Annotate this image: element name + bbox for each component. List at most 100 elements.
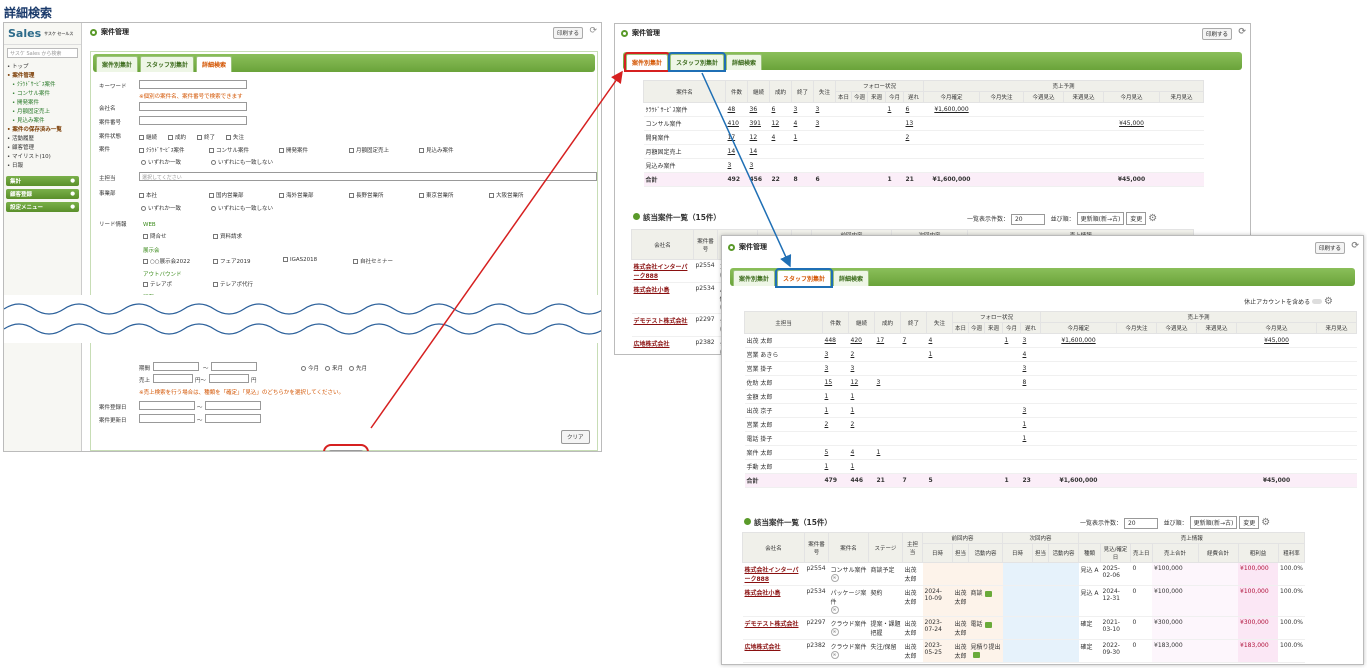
option-checkbox[interactable]: 自社セミナー [353,257,393,265]
company-link[interactable]: 株式会社小島 [634,287,670,294]
option-checkbox[interactable]: フェア2019 [213,257,251,265]
company-link[interactable]: 株式会社インターパーク888 [745,567,799,583]
option-checkbox[interactable]: 失注 [226,133,244,141]
reg-date-to[interactable] [205,401,261,410]
option-checkbox[interactable]: 開発案件 [279,146,308,154]
sidebar-item[interactable]: • トップ [7,63,78,72]
table-cell[interactable]: 8 [791,172,814,187]
table-cell[interactable]: 3 [1020,403,1041,418]
reload-icon[interactable]: ⟳ [1351,241,1359,251]
table-cell[interactable]: 3 [822,347,849,362]
table-cell[interactable]: ¥45,000 [1236,473,1317,488]
option-checkbox[interactable]: 大阪営業所 [489,191,524,199]
sales-to[interactable] [209,374,249,383]
table-cell[interactable]: 3 [822,361,849,376]
option-checkbox[interactable]: いずれか一致 [141,158,181,166]
sidebar-search-input[interactable]: サスケ Sales から検索 [7,48,78,58]
tab-detail[interactable]: 詳細検索 [726,54,763,70]
option-checkbox[interactable]: 成約 [168,133,186,141]
table-cell[interactable]: 456 [747,172,770,187]
change-button[interactable]: 変更 [1239,516,1260,529]
sidebar-button[interactable]: 集計 ● [6,176,79,186]
sidebar-button[interactable]: 設定メニュー ● [6,202,79,212]
option-checkbox[interactable]: 先月 [349,364,367,372]
option-checkbox[interactable]: いずれにも一致しない [211,158,273,166]
tab-anken[interactable]: 案件別集計 [96,56,139,72]
print-button[interactable]: 印刷する [552,27,583,39]
attachment-icon[interactable]: ∞ [830,606,839,614]
table-cell[interactable]: 1 [1020,417,1041,432]
tab-anken[interactable]: 案件別集計 [733,270,776,286]
table-cell[interactable]: 3 [747,158,770,173]
table-cell[interactable]: 8 [1020,375,1041,390]
table-cell[interactable]: 1 [1002,333,1021,348]
comment-icon[interactable] [984,621,992,628]
gear-icon[interactable]: ⚙ [1148,213,1157,224]
sales-from[interactable] [153,374,193,383]
sidebar-item[interactable]: • マイリスト(10) [7,153,78,162]
company-link[interactable]: 株式会社小島 [745,590,781,597]
sidebar-button[interactable]: 顧客登録 ● [6,189,79,199]
table-cell[interactable]: 1 [822,403,849,418]
sort-select[interactable]: 更新順(新→古) [1076,212,1125,225]
table-cell[interactable]: ¥45,000 [1103,116,1160,131]
case-no-input[interactable] [139,116,247,125]
table-cell[interactable]: 448 [822,333,849,348]
table-cell[interactable]: 12 [747,130,770,145]
attachment-icon[interactable]: ∞ [830,628,839,636]
tab-staff[interactable]: スタッフ別集計 [775,268,834,288]
sidebar-item[interactable]: • コンサル案件 [7,90,78,99]
option-checkbox[interactable]: ｸﾗｳﾄﾞｻｰﾋﾞｽ案件 [139,146,185,154]
upd-date-to[interactable] [205,414,261,423]
option-checkbox[interactable]: 問合せ [143,232,167,240]
per-page-input[interactable]: 20 [1010,214,1045,225]
table-row[interactable]: デモテスト株式会社p2297クラウド案件∞提案・課題把握出茂 太郎2023-07… [742,616,1305,640]
sidebar-item[interactable]: • 開発案件 [7,99,78,108]
tab-detail[interactable]: 詳細検索 [196,56,233,72]
upd-date-from[interactable] [139,414,195,423]
change-button[interactable]: 変更 [1126,212,1147,225]
search-button[interactable]: 検索 [323,444,369,451]
company-link[interactable]: 広地株式会社 [745,644,781,651]
table-cell[interactable]: 1 [885,172,904,187]
table-cell[interactable]: 3 [874,375,901,390]
print-button[interactable]: 印刷する [1201,28,1232,40]
table-cell[interactable]: 21 [874,473,901,488]
table-cell[interactable]: 3 [1020,333,1041,348]
table-cell[interactable]: 2 [822,417,849,432]
keyword-input[interactable] [139,80,247,89]
option-checkbox[interactable]: 継続 [139,133,157,141]
option-checkbox[interactable]: 終了 [197,133,215,141]
table-cell[interactable]: 4 [848,445,875,460]
table-cell[interactable]: 1 [1002,473,1021,488]
table-cell[interactable]: 1 [848,389,875,404]
option-checkbox[interactable]: 今月 [301,364,319,372]
attachment-icon[interactable]: ∞ [830,651,839,659]
sidebar-item[interactable]: • 案件の保存済み一覧 [7,126,78,135]
table-cell[interactable]: 14 [725,144,748,159]
table-cell[interactable]: 22 [769,172,792,187]
table-cell[interactable]: ¥1,600,000 [923,172,980,187]
option-checkbox[interactable]: 月額固定売上 [349,146,389,154]
table-cell[interactable]: 446 [848,473,875,488]
option-checkbox[interactable]: いずれか一致 [141,204,181,212]
option-checkbox[interactable]: コンサル案件 [209,146,249,154]
attachment-icon[interactable]: ∞ [830,574,839,582]
period-to[interactable] [211,362,257,371]
company-link[interactable]: デモテスト株式会社 [745,621,799,628]
comment-icon[interactable] [972,651,980,658]
table-cell[interactable]: 3 [725,158,748,173]
sidebar-item[interactable]: • ｸﾗｳﾄﾞｻｰﾋﾞｽ案件 [7,81,78,90]
table-cell[interactable]: 391 [747,116,770,131]
tab-anken[interactable]: 案件別集計 [623,52,671,72]
reload-icon[interactable]: ⟳ [1238,27,1246,37]
table-cell[interactable]: 15 [822,375,849,390]
table-cell[interactable]: 6 [769,102,792,117]
table-cell[interactable]: 21 [903,172,924,187]
table-cell[interactable]: 17 [725,130,748,145]
table-cell[interactable]: 4 [769,130,792,145]
table-cell[interactable]: 1 [822,459,849,474]
table-cell[interactable]: 4 [791,116,814,131]
option-checkbox[interactable]: 本社 [139,191,157,199]
table-row[interactable]: 広地株式会社p2382クラウド案件∞失注/保留出茂 太郎2023-05-25出茂… [742,639,1305,663]
